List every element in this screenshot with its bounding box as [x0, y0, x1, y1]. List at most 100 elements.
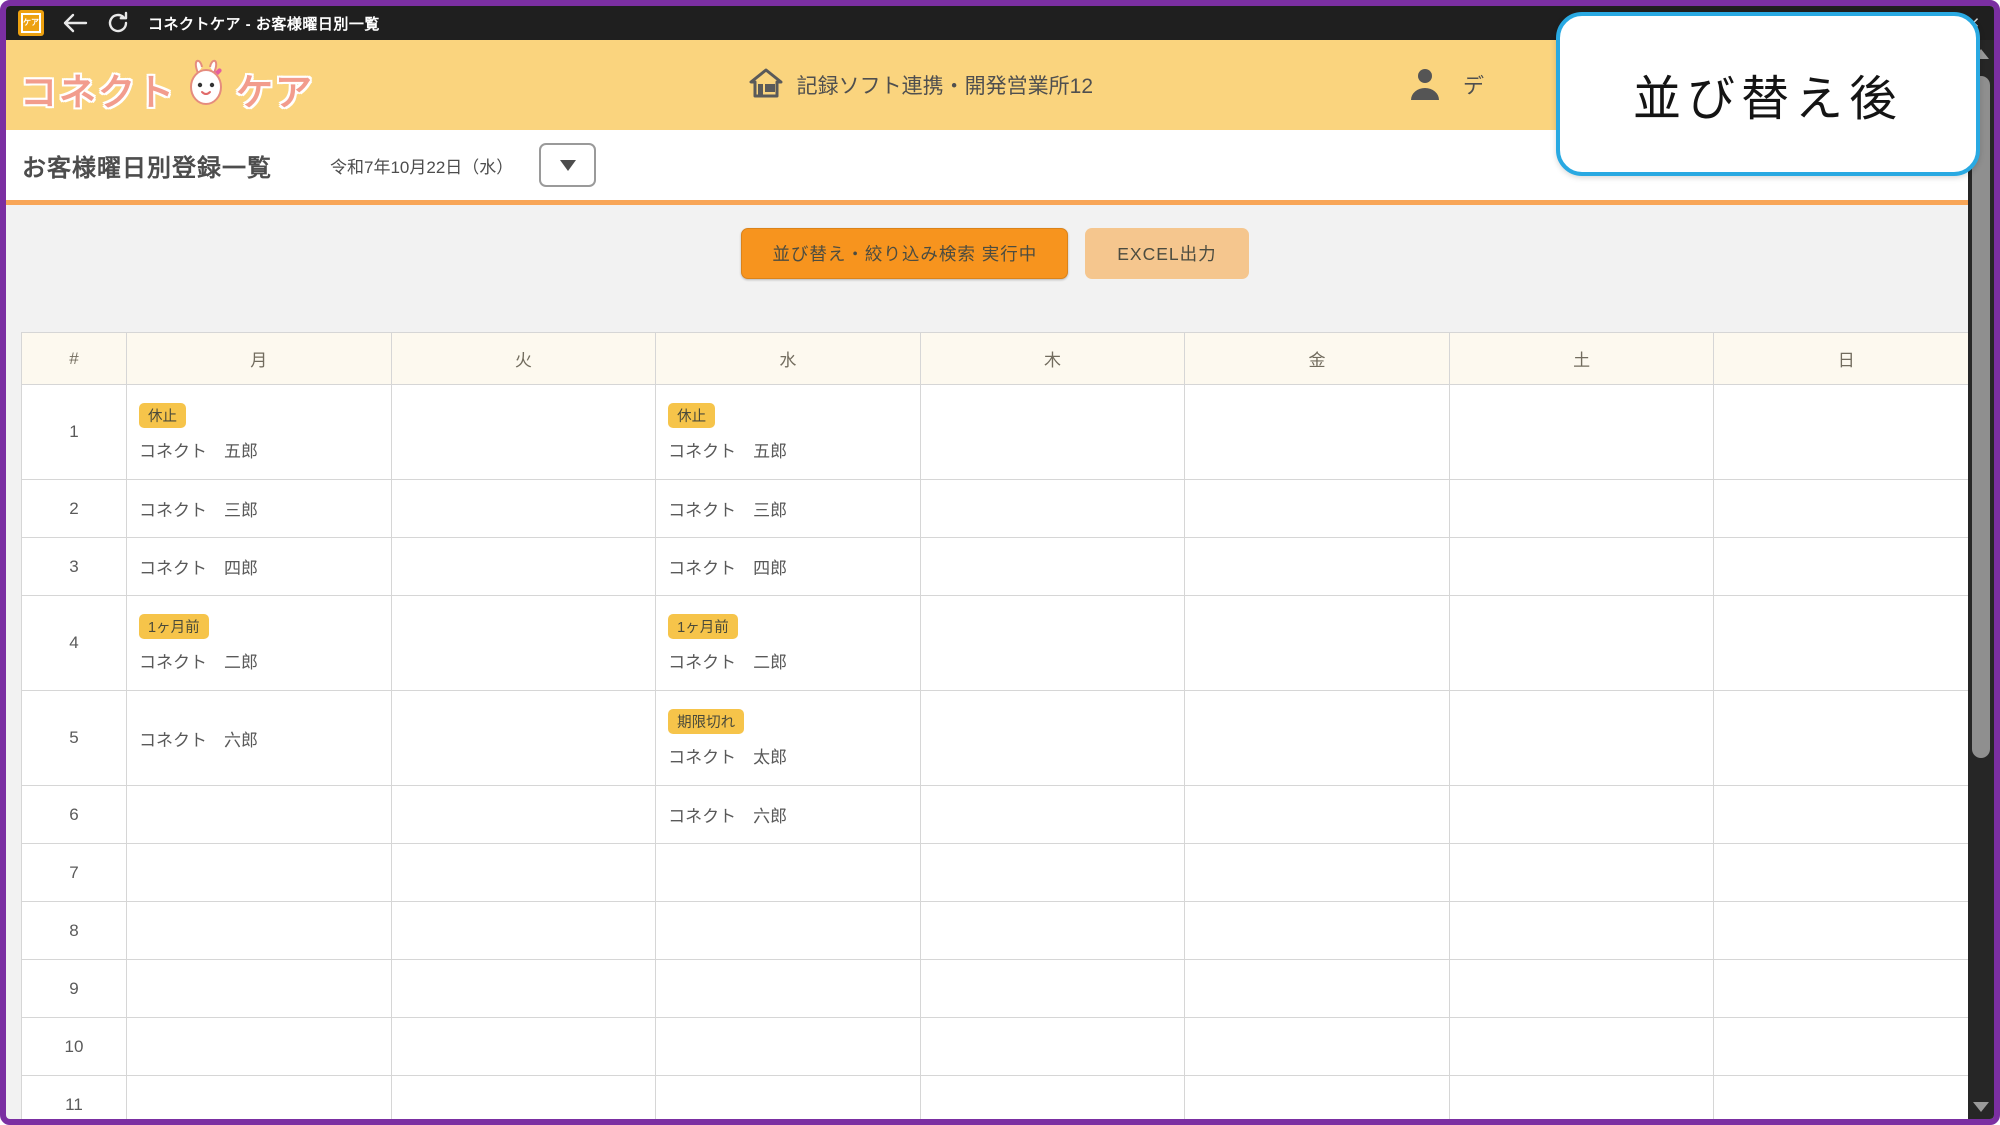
schedule-cell-sat — [1449, 960, 1714, 1018]
refresh-icon[interactable] — [106, 11, 130, 35]
cell-content: コネクト 六郎 — [668, 802, 910, 827]
status-badge: 1ヶ月前 — [668, 614, 738, 639]
schedule-cell-thu — [920, 902, 1185, 960]
schedule-cell-mon: コネクト 四郎 — [127, 538, 392, 596]
schedule-cell-tue — [391, 1018, 656, 1076]
schedule-cell-fri — [1185, 786, 1450, 844]
client-name: コネクト 太郎 — [668, 743, 910, 768]
weekday-schedule-table: #月火水木金土日 1休止コネクト 五郎休止コネクト 五郎2コネクト 三郎コネクト… — [21, 332, 1979, 1125]
schedule-cell-sat — [1449, 385, 1714, 480]
schedule-cell-sat — [1449, 596, 1714, 691]
column-header-4: 木 — [920, 333, 1185, 385]
cell-content: 休止コネクト 五郎 — [668, 403, 910, 462]
column-header-3: 水 — [656, 333, 921, 385]
schedule-cell-sun — [1714, 786, 1979, 844]
table-row: 10 — [22, 1018, 1979, 1076]
schedule-cell-sat — [1449, 480, 1714, 538]
schedule-cell-tue — [391, 596, 656, 691]
row-number: 10 — [22, 1018, 127, 1076]
excel-export-button[interactable]: EXCEL出力 — [1085, 228, 1248, 279]
home-icon[interactable] — [749, 68, 783, 103]
schedule-cell-tue — [391, 960, 656, 1018]
row-number: 7 — [22, 844, 127, 902]
client-name: コネクト 二郎 — [668, 648, 910, 673]
schedule-cell-tue — [391, 385, 656, 480]
main-content: 並び替え・絞り込み検索 実行中 EXCEL出力 #月火水木金土日 1休止コネクト… — [6, 205, 1994, 1125]
schedule-cell-fri — [1185, 1018, 1450, 1076]
row-number: 2 — [22, 480, 127, 538]
table-row: 4 1ヶ月前コネクト 二郎1ヶ月前コネクト 二郎 — [22, 596, 1979, 691]
schedule-cell-fri — [1185, 538, 1450, 596]
cell-content: 期限切れコネクト 太郎 — [668, 709, 910, 768]
cell-content: コネクト 四郎 — [139, 554, 381, 579]
app-favicon-text: ケア — [21, 13, 41, 33]
scroll-down-arrow-icon[interactable] — [1973, 1102, 1989, 1112]
schedule-cell-mon: コネクト 三郎 — [127, 480, 392, 538]
table-row: 5コネクト 六郎期限切れコネクト 太郎 — [22, 691, 1979, 786]
client-name: コネクト 五郎 — [139, 437, 381, 462]
schedule-cell-wed: 1ヶ月前コネクト 二郎 — [656, 596, 921, 691]
schedule-cell-thu — [920, 960, 1185, 1018]
page-tab-title: コネクトケア - お客様曜日別一覧 — [148, 13, 380, 34]
column-header-6: 土 — [1449, 333, 1714, 385]
connect-care-logo: コネクト ケア — [20, 55, 314, 116]
user-icon[interactable] — [1407, 66, 1443, 105]
mascot-icon — [178, 55, 234, 116]
date-dropdown-button[interactable] — [539, 143, 596, 187]
schedule-cell-fri — [1185, 902, 1450, 960]
sort-filter-button[interactable]: 並び替え・絞り込み検索 実行中 — [741, 228, 1068, 279]
office-name-label[interactable]: 記録ソフト連携・開発営業所12 — [797, 70, 1093, 100]
app-favicon: ケア — [18, 10, 44, 36]
row-number: 4 — [22, 596, 127, 691]
column-header-0: # — [22, 333, 127, 385]
schedule-cell-thu — [920, 480, 1185, 538]
schedule-cell-tue — [391, 786, 656, 844]
cell-content: コネクト 三郎 — [139, 496, 381, 521]
schedule-cell-wed: コネクト 六郎 — [656, 786, 921, 844]
schedule-cell-mon: 休止コネクト 五郎 — [127, 385, 392, 480]
cell-content: 1ヶ月前コネクト 二郎 — [668, 614, 910, 673]
schedule-cell-tue — [391, 538, 656, 596]
schedule-cell-mon — [127, 844, 392, 902]
schedule-cell-thu — [920, 1076, 1185, 1125]
schedule-cell-tue — [391, 844, 656, 902]
table-row: 11 — [22, 1076, 1979, 1125]
vertical-scrollbar[interactable] — [1968, 40, 1994, 1119]
table-header-row: #月火水木金土日 — [22, 333, 1979, 385]
schedule-cell-wed: コネクト 四郎 — [656, 538, 921, 596]
schedule-cell-tue — [391, 691, 656, 786]
cell-content: コネクト 三郎 — [668, 496, 910, 521]
table-row: 6コネクト 六郎 — [22, 786, 1979, 844]
schedule-cell-thu — [920, 786, 1185, 844]
schedule-cell-fri — [1185, 960, 1450, 1018]
schedule-cell-fri — [1185, 480, 1450, 538]
schedule-cell-thu — [920, 538, 1185, 596]
table-row: 2 コネクト 三郎 コネクト 三郎 — [22, 480, 1979, 538]
row-number: 11 — [22, 1076, 127, 1125]
annotation-label: 並び替え後 — [1633, 59, 1903, 129]
column-header-2: 火 — [391, 333, 656, 385]
chevron-down-icon — [560, 160, 576, 171]
schedule-cell-sat — [1449, 902, 1714, 960]
client-name: コネクト 六郎 — [668, 802, 910, 827]
schedule-cell-mon — [127, 960, 392, 1018]
schedule-cell-sat — [1449, 538, 1714, 596]
page-title: お客様曜日別登録一覧 — [22, 148, 272, 183]
schedule-cell-mon — [127, 902, 392, 960]
user-name-label[interactable]: デ — [1463, 70, 1484, 100]
client-name: コネクト 三郎 — [139, 496, 381, 521]
row-number: 8 — [22, 902, 127, 960]
row-number: 1 — [22, 385, 127, 480]
schedule-cell-mon — [127, 1076, 392, 1125]
scrollbar-thumb[interactable] — [1972, 76, 1990, 758]
schedule-cell-fri — [1185, 596, 1450, 691]
schedule-cell-sun — [1714, 480, 1979, 538]
schedule-cell-thu — [920, 1018, 1185, 1076]
browser-window: ケア コネクトケア - お客様曜日別一覧 — ❐ ✕ コネクト — [0, 0, 2000, 1125]
schedule-cell-thu — [920, 385, 1185, 480]
status-badge: 休止 — [139, 403, 186, 428]
status-badge: 休止 — [668, 403, 715, 428]
row-number: 3 — [22, 538, 127, 596]
back-icon[interactable] — [62, 12, 88, 34]
schedule-cell-sun — [1714, 902, 1979, 960]
